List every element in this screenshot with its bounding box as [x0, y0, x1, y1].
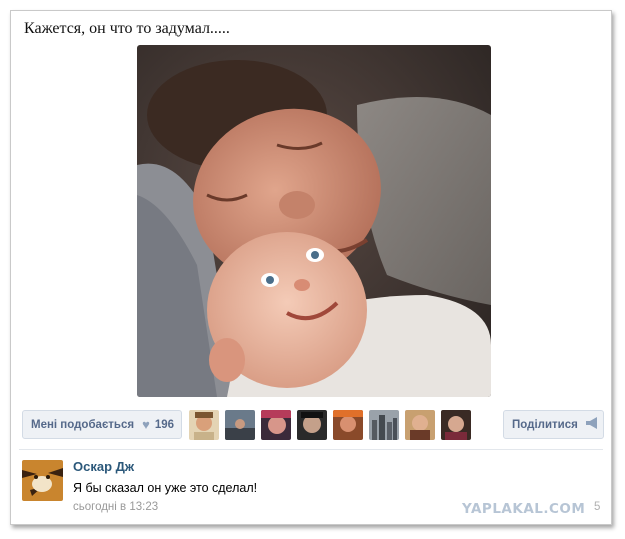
liker-avatar[interactable]	[333, 410, 363, 440]
comment-timestamp[interactable]: сьогодні в 13:23	[73, 501, 158, 513]
liker-avatar[interactable]	[405, 410, 435, 440]
post-text: Кажется, он что то задумал.....	[24, 20, 230, 37]
tiger-avatar-icon	[22, 460, 63, 501]
liker-avatar[interactable]	[441, 410, 471, 440]
liker-avatar[interactable]	[225, 410, 255, 440]
watermark-tail: 5	[594, 501, 601, 513]
like-label: Мені подобається	[31, 418, 135, 431]
post-card: Кажется, он что то задумал..... Мені под…	[10, 10, 612, 525]
liker-avatar[interactable]	[189, 410, 219, 440]
share-label: Поділитися	[512, 418, 578, 431]
liker-avatar[interactable]	[297, 410, 327, 440]
liker-avatar[interactable]	[369, 410, 399, 440]
comment-text: Я бы сказал он уже это сделал!	[73, 481, 258, 495]
avatar[interactable]	[22, 460, 63, 501]
watermark: YAPLAKAL.COM	[462, 501, 586, 517]
comment-author[interactable]: Оскар Дж	[73, 459, 134, 474]
post-photo[interactable]	[137, 45, 491, 397]
liker-avatar[interactable]	[261, 410, 291, 440]
heart-icon: ♥	[142, 417, 150, 432]
like-button[interactable]: Мені подобається ♥ 196	[22, 410, 182, 439]
likers-avatars	[189, 410, 471, 440]
photo-father-baby	[137, 45, 491, 397]
megaphone-icon	[585, 417, 599, 432]
divider	[19, 449, 603, 450]
like-count: 196	[154, 418, 175, 431]
share-button[interactable]: Поділитися	[503, 410, 604, 439]
